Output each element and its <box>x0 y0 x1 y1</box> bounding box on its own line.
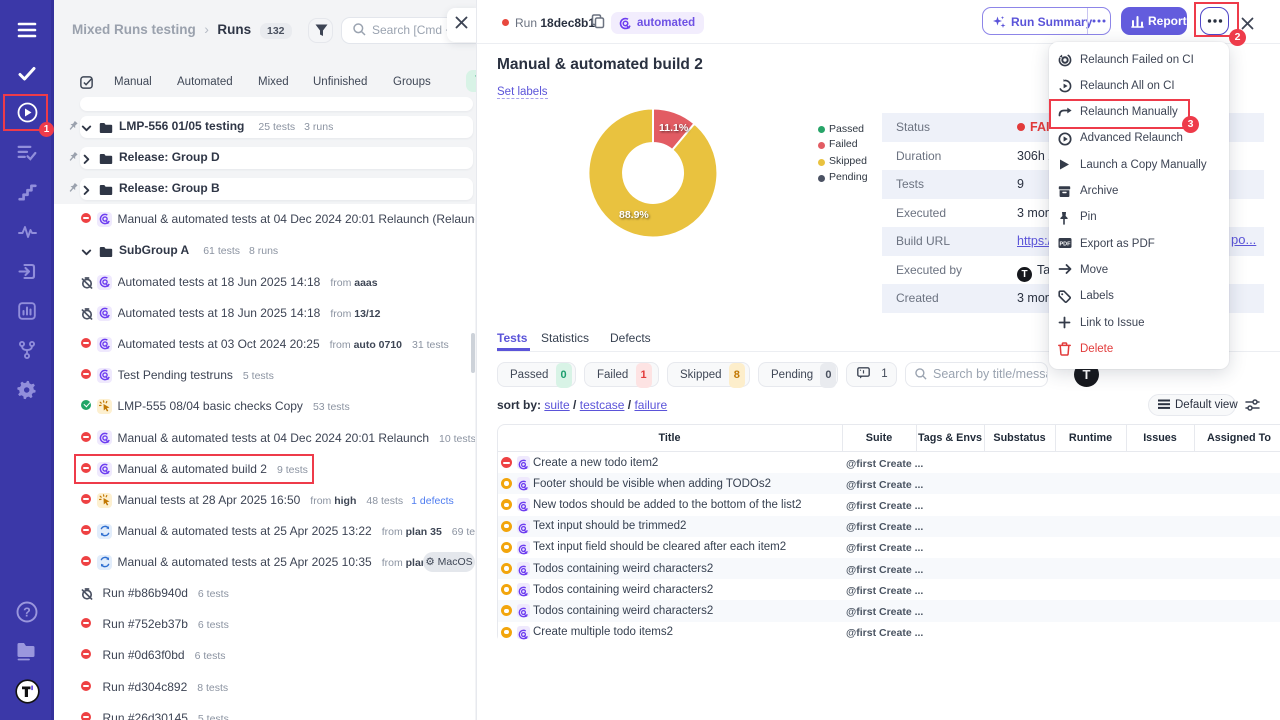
svg-text:?: ? <box>23 606 31 620</box>
svg-text:11.1%: 11.1% <box>659 122 689 134</box>
svg-text:PDF: PDF <box>1060 242 1072 248</box>
svg-text:88.9%: 88.9% <box>619 209 649 221</box>
